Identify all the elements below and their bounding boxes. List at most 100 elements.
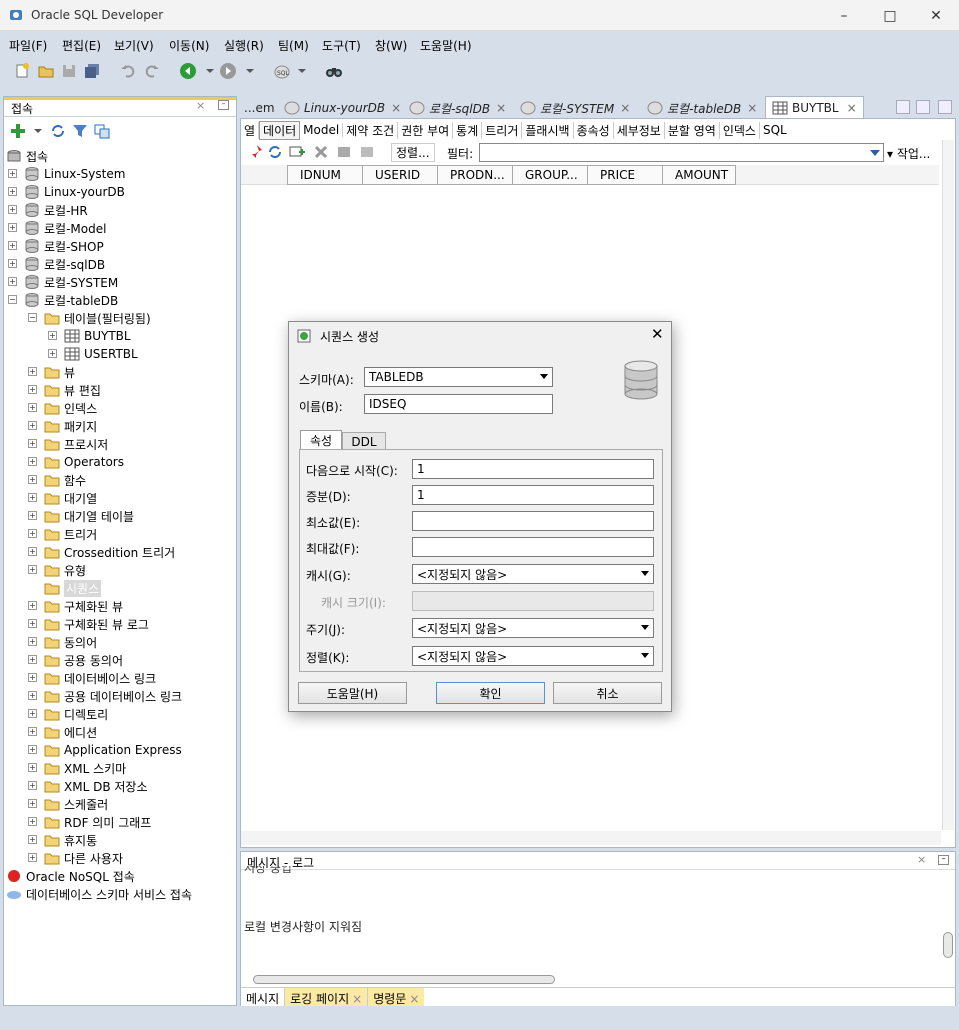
tree-node[interactable]: XML 스키마: [44, 759, 126, 777]
tree-expand-icon[interactable]: +: [8, 241, 17, 250]
tree-node[interactable]: 에디션: [44, 723, 97, 741]
tree-node[interactable]: 대기열 테이블: [44, 507, 134, 525]
column-header-price[interactable]: PRICE: [587, 165, 663, 185]
doc-tab-sqldb[interactable]: 로컬-sqlDB ×: [409, 98, 506, 118]
tree-expand-icon[interactable]: +: [8, 205, 17, 214]
back-dropdown-icon[interactable]: [200, 61, 220, 81]
minimize-button[interactable]: –: [821, 0, 867, 31]
column-header-amount[interactable]: AMOUNT: [662, 165, 736, 185]
menu-file[interactable]: 파일(F): [9, 37, 47, 54]
filter-icon[interactable]: [70, 121, 90, 141]
tree-root-connections[interactable]: 접속: [6, 147, 48, 165]
cache-select[interactable]: <지정되지 않음>: [412, 564, 654, 584]
panel-close-icon[interactable]: ×: [196, 99, 205, 112]
actions-button[interactable]: ▾ 작업...: [887, 145, 930, 162]
tab-messages[interactable]: 메시지: [241, 988, 286, 1006]
tree-table[interactable]: BUYTBL: [64, 327, 131, 345]
insert-row-icon[interactable]: [287, 142, 307, 162]
tree-expand-icon[interactable]: +: [28, 619, 37, 628]
tree-node[interactable]: 동의어: [44, 633, 97, 651]
tree-connection[interactable]: 로컬-SYSTEM: [24, 273, 118, 291]
grid-vertical-scrollbar[interactable]: [942, 140, 954, 830]
messages-close-icon[interactable]: ×: [917, 853, 926, 866]
tree-node[interactable]: 공용 동의어: [44, 651, 123, 669]
tree-expand-icon[interactable]: +: [28, 385, 37, 394]
subtab-statistics[interactable]: 통계: [453, 121, 483, 139]
menu-edit[interactable]: 편집(E): [62, 37, 101, 54]
tab-scroll-left-icon[interactable]: [896, 100, 910, 114]
tree-node[interactable]: 휴지통: [44, 831, 97, 849]
doc-tab-overflow[interactable]: ...em: [244, 98, 275, 118]
tree-node[interactable]: 뷰 편집: [44, 381, 101, 399]
add-dropdown-icon[interactable]: [28, 121, 48, 141]
tree-node[interactable]: RDF 의미 그래프: [44, 813, 151, 831]
tree-node[interactable]: 공용 데이터베이스 링크: [44, 687, 182, 705]
subtab-details[interactable]: 세부정보: [614, 121, 665, 139]
tree-connection[interactable]: 로컬-HR: [24, 201, 88, 219]
tree-expand-icon[interactable]: +: [28, 637, 37, 646]
ok-button[interactable]: 확인: [436, 682, 545, 704]
menu-team[interactable]: 팀(M): [278, 37, 309, 54]
tab-logging-page[interactable]: 로깅 페이지 ×: [285, 988, 369, 1006]
tab-properties[interactable]: 속성: [300, 430, 342, 450]
menu-window[interactable]: 창(W): [375, 37, 407, 54]
menu-navigate[interactable]: 이동(N): [169, 37, 209, 54]
max-value-input[interactable]: [412, 537, 654, 557]
tree-expand-icon[interactable]: +: [28, 511, 37, 520]
tree-expand-icon[interactable]: −: [28, 313, 37, 322]
refresh-grid-icon[interactable]: [265, 142, 285, 162]
tree-connection[interactable]: 로컬-tableDB: [24, 291, 118, 309]
tree-expand-icon[interactable]: +: [48, 331, 57, 340]
tree-expand-icon[interactable]: +: [28, 835, 37, 844]
tree-node[interactable]: 유형: [44, 561, 86, 579]
doc-tab-linux-yourdb[interactable]: Linux-yourDB ×: [284, 98, 401, 118]
tree-expand-icon[interactable]: +: [48, 349, 57, 358]
tree-node[interactable]: Operators: [44, 453, 124, 471]
subtab-sql[interactable]: SQL: [760, 123, 790, 137]
subtab-constraints[interactable]: 제약 조건: [343, 121, 399, 139]
subtab-triggers[interactable]: 트리거: [482, 121, 523, 139]
tree-expand-icon[interactable]: +: [28, 727, 37, 736]
tab-close-icon[interactable]: ×: [747, 101, 757, 115]
refresh-icon[interactable]: [48, 121, 68, 141]
tree-expand-icon[interactable]: +: [8, 223, 17, 232]
tree-expand-icon[interactable]: +: [8, 169, 17, 178]
tree-expand-icon[interactable]: +: [28, 853, 37, 862]
doc-tab-buytbl[interactable]: BUYTBL ×: [765, 96, 864, 118]
tab-close-icon[interactable]: ×: [620, 101, 630, 115]
tree-node[interactable]: 다른 사용자: [44, 849, 123, 867]
grid-horizontal-scrollbar[interactable]: [241, 831, 941, 845]
tree-expand-icon[interactable]: +: [28, 367, 37, 376]
tree-node[interactable]: 트리거: [44, 525, 97, 543]
tree-expand-icon[interactable]: +: [28, 691, 37, 700]
save-all-icon[interactable]: [82, 61, 102, 81]
menu-run[interactable]: 실행(R): [224, 37, 264, 54]
back-icon[interactable]: [178, 61, 198, 81]
subtab-grants[interactable]: 권한 부여: [398, 121, 454, 139]
tree-expand-icon[interactable]: +: [28, 763, 37, 772]
menu-tools[interactable]: 도구(T): [322, 37, 361, 54]
help-button[interactable]: 도움말(H): [298, 682, 407, 704]
tree-tables-node[interactable]: 테이블(필터링됨): [44, 309, 151, 327]
rollback-icon[interactable]: [357, 142, 377, 162]
add-connection-icon[interactable]: [8, 121, 28, 141]
tab-list-icon[interactable]: [938, 100, 952, 114]
filter-input[interactable]: [479, 143, 884, 162]
min-value-input[interactable]: [412, 511, 654, 531]
subtab-model[interactable]: Model: [300, 123, 344, 137]
subtab-data[interactable]: 데이터: [259, 120, 301, 140]
tree-connection[interactable]: 로컬-Model: [24, 219, 106, 237]
messages-hscroll-thumb[interactable]: [253, 975, 555, 984]
tree-node[interactable]: 패키지: [44, 417, 97, 435]
doc-tab-system[interactable]: 로컬-SYSTEM ×: [520, 98, 630, 118]
tree-node[interactable]: 데이터베이스 링크: [44, 669, 156, 687]
cycle-select[interactable]: <지정되지 않음>: [412, 618, 654, 638]
tab-scroll-right-icon[interactable]: [916, 100, 930, 114]
tree-expand-icon[interactable]: +: [8, 259, 17, 268]
column-header-prodname[interactable]: PRODN...: [437, 165, 513, 185]
tree-node[interactable]: 뷰: [44, 363, 75, 381]
subtab-flashback[interactable]: 플래시백: [522, 121, 574, 139]
forward-dropdown-icon[interactable]: [240, 61, 260, 81]
tree-expand-icon[interactable]: +: [28, 475, 37, 484]
sql-dropdown-icon[interactable]: [292, 61, 312, 81]
